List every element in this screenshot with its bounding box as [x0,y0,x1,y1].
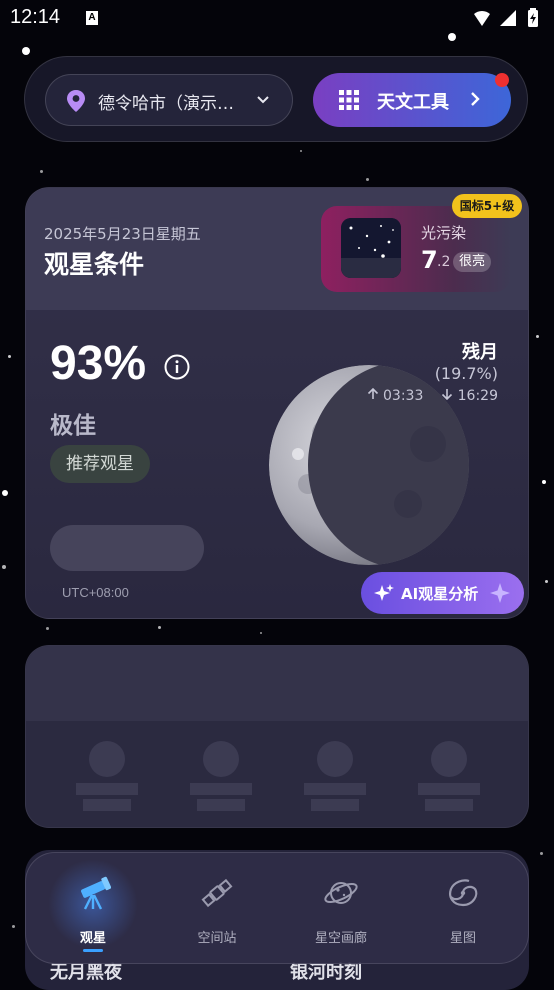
standard-level-badge: 国标5+级 [452,194,522,218]
bottom-nav: 观星 空间站 星空画廊 星图 [25,852,529,964]
ai-analysis-label: AI观星分析 [401,585,479,603]
nav-label: 星图 [449,931,476,946]
quality-label: 极佳 [50,413,96,439]
grid-icon [339,90,359,110]
moonset-time: 16:29 [457,388,498,404]
system-status-icons [474,8,538,27]
light-pollution-label: 光污染 [421,224,467,242]
light-pollution-card[interactable]: 光污染 7 .2 很亮 [321,206,511,292]
info-icon[interactable] [164,354,190,380]
nav-label: 空间站 [197,931,237,946]
nav-label: 星空画廊 [314,931,367,946]
chevron-down-icon [257,96,269,104]
ai-analysis-button[interactable]: AI观星分析 [361,572,524,614]
pin-icon [67,90,85,112]
notification-app-icon: A [86,11,98,25]
light-pollution-level: 很亮 [453,252,491,272]
stargazing-score: 93% [50,337,147,390]
recommend-badge: 推荐观星 [50,445,150,483]
placeholder-pill [50,525,204,571]
timezone-label: UTC+08:00 [62,585,129,600]
astronomy-tools-button[interactable]: 天文工具 [313,73,511,127]
top-bar: 德令哈市（演示… 天文工具 [24,56,528,142]
moon-rise-set: 03:33 16:29 [367,387,498,404]
moon-phase-name: 残月 [462,342,498,363]
stargazing-conditions-card: 2025年5月23日星期五 观星条件 光污染 7 .2 很亮 国标5+级 93%… [25,187,529,619]
location-selector[interactable]: 德令哈市（演示… [45,74,293,126]
nav-item-star-map[interactable]: 星图 [400,853,526,965]
galaxy-icon [449,879,478,907]
planet-icon [324,882,358,904]
light-pollution-value: 7 [421,246,438,274]
arrow-down-icon [442,389,453,401]
moonrise-time: 03:33 [383,388,424,404]
conditions-title: 观星条件 [44,250,145,279]
status-bar: 12:14 A [0,0,554,38]
star-icon [490,583,510,603]
light-pollution-decimal: .2 [437,254,451,270]
loading-card [25,645,529,828]
status-time: 12:14 [10,6,61,28]
active-indicator [83,949,103,952]
telescope-icon [81,876,111,910]
nav-item-space-station[interactable]: 空间站 [154,853,280,965]
nav-item-stargazing[interactable]: 观星 [30,853,156,965]
arrow-up-icon [367,387,378,399]
chevron-right-icon [471,92,480,106]
sparkle-icon [374,584,394,601]
nav-label: 观星 [79,931,106,946]
location-name: 德令哈市（演示… [98,94,234,114]
night-sky-thumbnail [341,218,401,278]
satellite-icon [201,878,233,908]
date-label: 2025年5月23日星期五 [44,225,201,243]
loading-card-header [26,646,528,721]
astronomy-tools-label: 天文工具 [377,92,449,113]
moon-illumination: (19.7%) [434,364,498,383]
notification-dot [495,73,509,87]
nav-item-gallery[interactable]: 星空画廊 [278,853,404,965]
